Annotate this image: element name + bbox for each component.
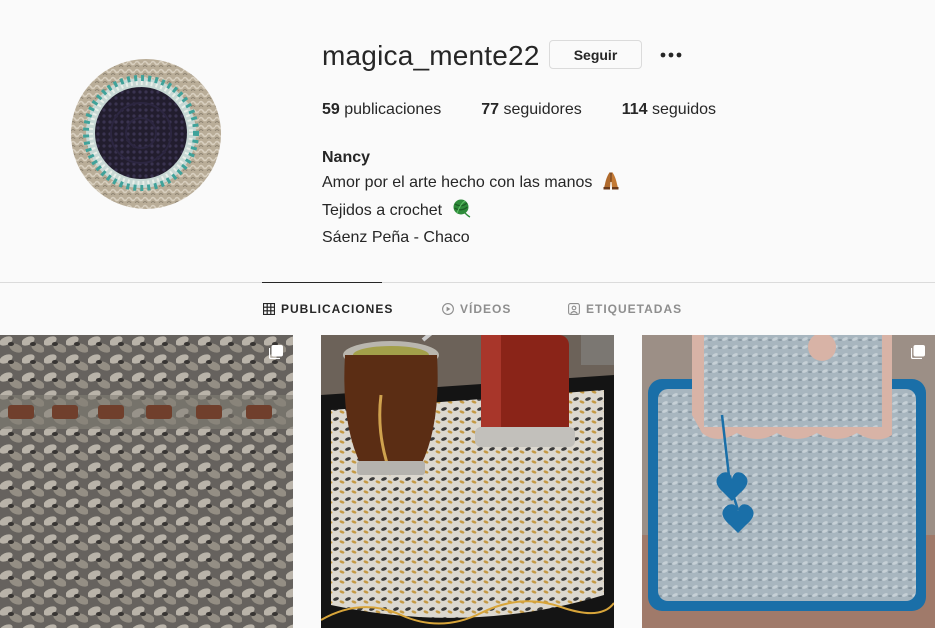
profile-username: magica_mente22 (322, 40, 540, 71)
profile-bio: Nancy Amor por el arte hecho con las man… (322, 146, 621, 250)
yarn-ball-icon (451, 198, 471, 226)
folded-hands-icon (601, 170, 621, 198)
more-options-icon[interactable] (656, 40, 686, 69)
profile-avatar[interactable] (71, 59, 221, 209)
post-thumbnail[interactable] (642, 335, 935, 628)
follow-button[interactable]: Seguir (549, 40, 642, 69)
tab-tagged[interactable]: ETIQUETADAS (568, 302, 682, 316)
bio-line-1: Amor por el arte hecho con las manos (322, 170, 621, 198)
following-stat[interactable]: 114 seguidos (622, 101, 716, 119)
bio-line-1-text: Amor por el arte hecho con las manos (322, 174, 593, 191)
mate-on-crochet-photo (321, 335, 614, 628)
profile-tabs: PUBLICACIONES VÍDEOS ETIQUETADAS (0, 283, 935, 335)
bio-line-2-text: Tejidos a crochet (322, 202, 443, 219)
post-thumbnail[interactable] (0, 335, 293, 628)
followers-label: seguidores (503, 101, 582, 118)
bio-name: Nancy (322, 149, 371, 166)
posts-stat: 59 publicaciones (322, 101, 441, 119)
crochet-closeup-photo (0, 335, 293, 628)
profile-stats: 59 publicaciones 77 seguidores 114 segui… (322, 101, 756, 119)
posts-count: 59 (322, 101, 340, 118)
posts-label: publicaciones (344, 101, 442, 118)
grid-icon (263, 303, 275, 315)
tab-videos-label: VÍDEOS (460, 302, 512, 316)
tab-videos[interactable]: VÍDEOS (442, 302, 511, 316)
following-label: seguidos (652, 101, 717, 118)
blue-crochet-bag-photo (642, 335, 935, 628)
followers-stat[interactable]: 77 seguidores (481, 101, 582, 119)
profile-header: magica_mente22 Seguir 59 publicaciones 7… (0, 0, 935, 282)
post-thumbnail[interactable] (321, 335, 614, 628)
tagged-icon (568, 303, 580, 315)
posts-grid (0, 335, 935, 628)
following-count: 114 (621, 101, 648, 118)
multiple-photos-icon (269, 345, 283, 359)
followers-count: 77 (481, 101, 499, 118)
bio-line-2: Tejidos a crochet (322, 198, 621, 226)
tab-posts-label: PUBLICACIONES (281, 302, 394, 316)
multiple-photos-icon (911, 345, 925, 359)
tab-posts[interactable]: PUBLICACIONES (263, 302, 393, 316)
bio-line-3: Sáenz Peña - Chaco (322, 229, 470, 246)
tab-tagged-label: ETIQUETADAS (586, 302, 683, 316)
play-icon (442, 303, 454, 315)
